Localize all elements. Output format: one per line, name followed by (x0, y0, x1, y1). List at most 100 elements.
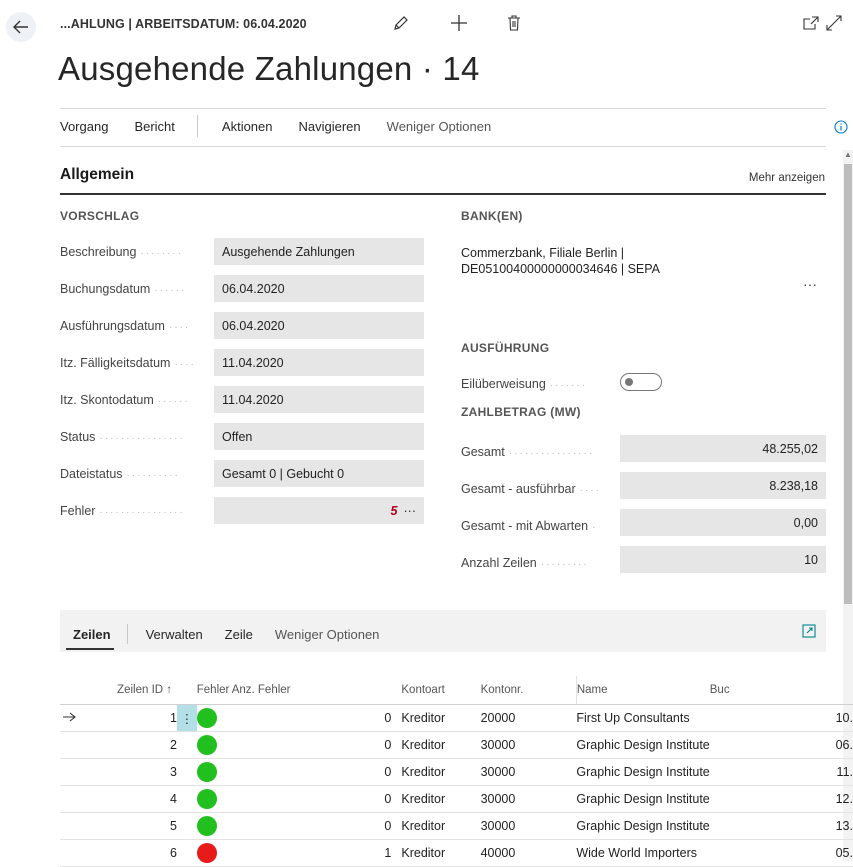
bank-line-1: Commerzbank, Filiale Berlin | (461, 246, 625, 260)
error-status-cell (196, 812, 232, 840)
total-amount-field[interactable]: 48.255,02 (620, 435, 826, 462)
account-type-cell: Kreditor (401, 812, 481, 840)
error-count-cell[interactable]: 0 (231, 785, 402, 813)
error-status-cell (196, 731, 232, 759)
show-more-link[interactable]: Mehr anzeigen (749, 172, 825, 184)
column-header-name[interactable]: Name (575, 676, 710, 705)
status-field[interactable]: Offen (214, 423, 424, 450)
error-count-cell[interactable]: 0 (231, 731, 402, 759)
error-count[interactable]: 5 (391, 504, 398, 518)
account-no-cell: 30000 (480, 785, 577, 813)
table-header-row: Zeilen ID ↑ Fehler Anz. Fehler Kontoart … (60, 676, 853, 705)
urgent-transfer-toggle[interactable] (620, 373, 662, 391)
edit-icon[interactable] (390, 12, 412, 34)
tab-fewer-options[interactable]: Weniger Optionen (275, 627, 380, 642)
name-cell: Graphic Design Institute (576, 758, 710, 786)
executable-amount-field[interactable]: 8.238,18 (620, 472, 826, 499)
due-date-field[interactable]: 11.04.2020 (214, 349, 424, 376)
column-header-error-count[interactable]: Anz. Fehler (231, 676, 402, 705)
execution-date-field[interactable]: 06.04.2020 (214, 312, 424, 339)
line-id-cell[interactable]: 3 (117, 758, 177, 786)
file-status-field[interactable]: Gesamt 0 | Gebucht 0 (214, 460, 424, 487)
name-cell: Graphic Design Institute (576, 731, 710, 759)
action-divider (196, 115, 198, 137)
column-header-posting-date[interactable]: Buc (709, 676, 853, 705)
status-green-icon (196, 762, 217, 782)
column-header-errors[interactable]: Fehler (196, 676, 232, 705)
error-count-cell[interactable]: 0 (231, 758, 402, 786)
row-actions-icon[interactable]: ⋮ (176, 704, 197, 732)
status-green-icon (196, 816, 217, 836)
on-hold-amount-field[interactable]: 0,00 (620, 509, 826, 536)
add-icon[interactable] (448, 12, 470, 34)
column-header-line-id[interactable]: Zeilen ID ↑ (117, 676, 177, 705)
error-status-cell (196, 704, 232, 732)
line-id-cell[interactable]: 6 (117, 839, 177, 867)
posting-date-cell: 10. (709, 704, 853, 732)
delete-icon[interactable] (503, 12, 525, 34)
posting-date-field[interactable]: 06.04.2020 (214, 275, 424, 302)
field-label: Buchungsdatum ······ (60, 282, 187, 296)
page-title: Ausgehende Zahlungen · 14 (58, 50, 480, 87)
line-id-cell[interactable]: 1 (117, 704, 177, 732)
row-spacer-cell (176, 812, 197, 840)
name-cell: Wide World Importers (576, 839, 710, 867)
status-green-icon (196, 789, 217, 809)
row-select-cell (60, 839, 118, 867)
table-row[interactable]: 1 ⋮ 0 Kreditor 20000 First Up Consultant… (60, 704, 853, 732)
line-count-field[interactable]: 10 (620, 546, 826, 573)
action-bericht[interactable]: Bericht (134, 119, 174, 134)
scroll-up-icon[interactable]: ▲ (844, 150, 852, 159)
tab-line[interactable]: Zeile (225, 627, 253, 642)
row-select-cell (60, 731, 118, 759)
name-cell: Graphic Design Institute (576, 812, 710, 840)
error-status-cell (196, 839, 232, 867)
section-title-general[interactable]: Allgemein (60, 166, 134, 184)
row-select-cell (60, 785, 118, 813)
action-fewer-options[interactable]: Weniger Optionen (387, 119, 492, 134)
info-icon[interactable] (834, 120, 848, 139)
scrollbar-thumb[interactable] (844, 164, 852, 604)
tab-lines[interactable]: Zeilen (73, 627, 111, 642)
table-row[interactable]: 3 0 Kreditor 30000 Graphic Design Instit… (60, 758, 853, 786)
field-label: Fehler ················ (60, 504, 185, 518)
bank-account-text[interactable]: Commerzbank, Filiale Berlin | DE05100400… (461, 245, 660, 277)
group-title-execution: AUSFÜHRUNG (461, 341, 550, 355)
table-row[interactable]: 4 0 Kreditor 30000 Graphic Design Instit… (60, 785, 853, 813)
table-row[interactable]: 5 0 Kreditor 30000 Graphic Design Instit… (60, 812, 853, 840)
tab-manage[interactable]: Verwalten (146, 627, 203, 642)
error-count-cell[interactable]: 0 (231, 704, 402, 732)
group-title-banks: BANK(EN) (461, 209, 523, 223)
line-id-cell[interactable]: 4 (117, 785, 177, 813)
line-id-cell[interactable]: 2 (117, 731, 177, 759)
account-type-cell: Kreditor (401, 785, 481, 813)
table-row[interactable]: 6 1 Kreditor 40000 Wide World Importers … (60, 839, 853, 867)
field-label: Ausführungsdatum ···· (60, 319, 191, 333)
expand-icon[interactable] (823, 12, 845, 34)
action-vorgang[interactable]: Vorgang (60, 119, 108, 134)
table-row[interactable]: 2 0 Kreditor 30000 Graphic Design Instit… (60, 731, 853, 759)
more-options-icon[interactable]: ··· (404, 504, 417, 518)
expand-lines-icon[interactable] (802, 624, 816, 643)
bank-more-icon[interactable]: ··· (803, 276, 817, 292)
action-navigieren[interactable]: Navigieren (299, 119, 361, 134)
lines-table: Zeilen ID ↑ Fehler Anz. Fehler Kontoart … (60, 676, 853, 867)
column-header-spacer (176, 676, 197, 705)
errors-field[interactable]: 5 ··· (214, 497, 424, 524)
bank-line-2: DE05100400000000034646 | SEPA (461, 262, 661, 276)
line-id-cell[interactable]: 5 (117, 812, 177, 840)
error-count-cell[interactable]: 0 (231, 812, 402, 840)
row-spacer-cell (176, 758, 197, 786)
error-count-cell[interactable]: 1 (231, 839, 402, 867)
column-header-account-no[interactable]: Kontonr. (480, 676, 577, 705)
action-aktionen[interactable]: Aktionen (222, 119, 273, 134)
field-label: Eilüberweisung ······· (461, 377, 588, 391)
posting-date-cell: 05. (709, 839, 853, 867)
back-button[interactable] (6, 12, 36, 42)
description-field[interactable]: Ausgehende Zahlungen (214, 238, 424, 265)
error-status-cell (196, 785, 232, 813)
column-header-account-type[interactable]: Kontoart (401, 676, 481, 705)
open-new-window-icon[interactable] (800, 12, 822, 34)
row-spacer-cell (176, 839, 197, 867)
discount-date-field[interactable]: 11.04.2020 (214, 386, 424, 413)
